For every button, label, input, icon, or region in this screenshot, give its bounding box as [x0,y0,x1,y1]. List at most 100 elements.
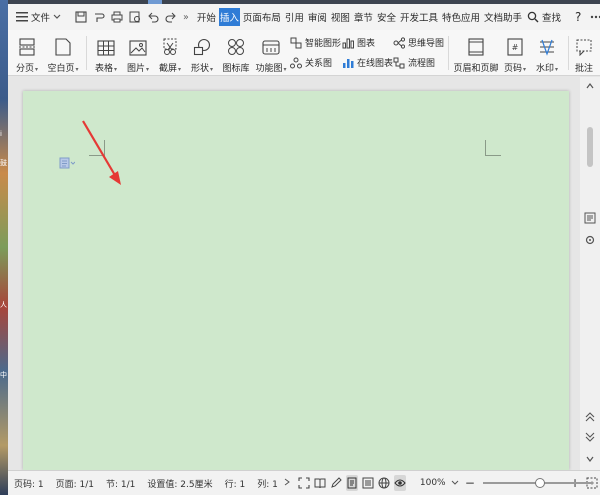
pen-icon[interactable] [330,475,342,491]
section-indicator[interactable]: 节: 1/1 [106,477,135,490]
tab-7[interactable]: 安全 [376,8,397,26]
caret-icon: ▾ [146,66,150,73]
caret-icon: ▾ [210,66,214,73]
vertical-scrollbar[interactable] [580,77,600,470]
web-view-icon[interactable] [378,475,390,491]
menu-bar: 文件 » 开始 插入 页面布局 引用 审阅 视图 章节 安全 开发工具 特色应用 文档助手 查找 ? [8,4,600,30]
scroll-thumb[interactable] [587,127,593,167]
page-number-button[interactable]: # 页码▾ [500,34,530,74]
scroll-up-icon[interactable] [583,79,597,93]
export-icon[interactable] [93,9,105,25]
screenshot-label: 截屏 [158,64,177,74]
prev-page-icon[interactable] [583,410,597,424]
function-chart-icon [261,34,281,56]
ribbon-separator [568,36,569,70]
tab-1[interactable]: 插入 [218,8,240,26]
shapes-label: 形状 [190,64,209,74]
chart-button[interactable]: 图表 [342,36,375,49]
blank-page-button[interactable]: 空白页▾ [44,34,82,74]
save-icon[interactable] [75,9,87,25]
document-workarea [8,77,600,470]
ribbon-separator [86,36,87,70]
redo-icon[interactable] [165,9,177,25]
more-options-icon[interactable] [590,9,600,25]
settings-icon[interactable] [583,233,597,247]
desktop-label: i [0,130,2,138]
outline-view-icon[interactable] [362,475,374,491]
comment-icon [576,34,592,56]
zoom-slider[interactable] [482,477,593,489]
tab-9[interactable]: 特色应用 [441,8,481,26]
hamburger-menu-icon[interactable] [16,9,28,25]
flowchart-label: 流程图 [408,59,436,69]
page-break-icon [18,34,36,56]
next-page-icon[interactable] [583,430,597,444]
more-tabs-button[interactable]: » [183,12,189,23]
page-break-label: 分页 [15,64,34,74]
page-indicator[interactable]: 页码: 1 [14,477,44,490]
page-break-button[interactable]: 分页▾ [12,34,42,74]
tab-4[interactable]: 审阅 [307,8,328,26]
search-icon[interactable] [527,9,539,25]
shapes-icon [193,34,211,56]
print-icon[interactable] [111,9,123,25]
header-footer-label: 页眉和页脚 [453,64,499,74]
paragraph-layout-icon[interactable] [59,157,75,169]
zoom-out-button[interactable]: − [465,476,475,490]
svg-text:#: # [512,43,519,52]
picture-button[interactable]: 图片▾ [122,34,154,74]
page-number-label: 页码 [503,64,522,74]
read-mode-icon[interactable] [314,475,326,491]
screenshot-button[interactable]: 截屏▾ [154,34,186,74]
zoom-value[interactable]: 100% [420,478,446,488]
flowchart-button[interactable]: 流程图 [393,56,435,69]
table-button[interactable]: 表格▾ [90,34,122,74]
zoom-slider-knob[interactable] [534,478,545,488]
file-menu[interactable]: 文件 [31,10,50,24]
icon-library-button[interactable]: 图标库 [218,34,254,74]
tab-10[interactable]: 文档助手 [483,8,523,26]
page-view-icon[interactable] [345,475,358,491]
page-settings-icon[interactable] [583,211,597,225]
desktop-label: 鼓 [0,159,7,167]
insert-ribbon: 分页▾ 空白页▾ 表格▾ 图片▾ 截屏▾ 形状▾ 图标库 功能图▾ 智能图形 关… [8,30,600,76]
tab-3[interactable]: 引用 [284,8,305,26]
tab-5[interactable]: 视图 [330,8,351,26]
scroll-down-icon[interactable] [583,452,597,466]
relation-chart-button[interactable]: 关系图 [290,56,332,69]
desktop-label: 中 [0,371,7,379]
tab-2[interactable]: 页面布局 [242,8,282,26]
tab-8[interactable]: 开发工具 [399,8,439,26]
table-icon [97,34,115,56]
chevron-down-icon[interactable] [53,9,61,25]
undo-icon[interactable] [147,9,159,25]
icon-library-label: 图标库 [222,64,250,74]
search-label[interactable]: 查找 [542,10,561,24]
tab-0[interactable]: 开始 [196,8,217,26]
picture-icon [129,34,147,56]
watermark-icon [538,34,556,56]
annotation-button[interactable]: 批注 [570,34,598,74]
row-indicator: 行: 1 [224,479,246,490]
eye-protection-icon[interactable] [393,475,406,491]
watermark-button[interactable]: 水印▾ [532,34,562,74]
print-preview-icon[interactable] [129,9,141,25]
setting-indicator[interactable]: 设置值: 2.5厘米 [147,477,212,490]
table-label: 表格 [94,64,113,74]
expand-icon[interactable] [284,478,290,489]
fullscreen-icon[interactable] [298,475,310,491]
function-chart-button[interactable]: 功能图▾ [252,34,290,74]
mind-map-button[interactable]: 思维导图 [393,36,444,49]
pages-indicator[interactable]: 页面: 1/1 [56,477,94,490]
scissors-icon [161,34,179,56]
online-chart-button[interactable]: 在线图表 [342,56,393,69]
shapes-button[interactable]: 形状▾ [186,34,218,74]
help-button[interactable]: ? [575,10,581,24]
status-bar: 页码: 1 页面: 1/1 节: 1/1 设置值: 2.5厘米 行: 1 列: … [8,470,600,495]
smart-shape-button[interactable]: 智能图形 [290,36,341,49]
annotation-label: 批注 [574,64,593,74]
ribbon-tabs: 开始 插入 页面布局 引用 审阅 视图 章节 安全 开发工具 特色应用 文档助手 [195,8,524,26]
tab-6[interactable]: 章节 [353,8,374,26]
zoom-chevron-down-icon[interactable] [450,475,461,491]
header-footer-button[interactable]: 页眉和页脚 [452,34,500,74]
